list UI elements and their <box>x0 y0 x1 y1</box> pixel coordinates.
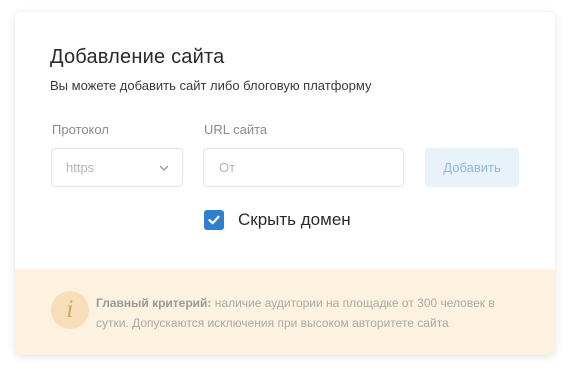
notice-title: Главный критерий: <box>96 296 212 310</box>
protocol-select-value: https <box>66 160 95 175</box>
hide-domain-option[interactable]: Скрыть домен <box>204 209 351 231</box>
url-input[interactable] <box>203 148 404 187</box>
page-subtitle: Вы можете добавить сайт либо блоговую пл… <box>50 78 372 93</box>
info-icon: i <box>51 291 89 329</box>
criteria-notice: i Главный критерий: наличие аудитории на… <box>15 269 555 355</box>
url-label: URL сайта <box>204 122 268 137</box>
page-title: Добавление сайта <box>50 46 225 68</box>
hide-domain-label: Скрыть домен <box>238 210 351 229</box>
add-site-card: Добавление сайта Вы можете добавить сайт… <box>15 12 555 355</box>
protocol-label: Протокол <box>52 122 109 137</box>
chevron-down-icon <box>159 165 169 171</box>
protocol-select[interactable]: https <box>51 148 183 187</box>
add-site-button[interactable]: Добавить <box>425 148 519 187</box>
notice-text: Главный критерий: наличие аудитории на п… <box>96 293 526 333</box>
checkmark-icon <box>208 215 220 225</box>
hide-domain-checkbox[interactable] <box>204 210 224 230</box>
